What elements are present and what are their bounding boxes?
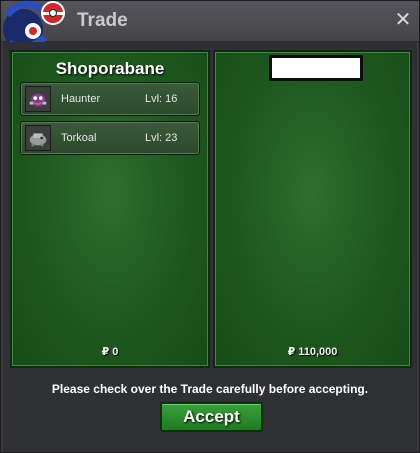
currency-icon: ₽ bbox=[287, 346, 296, 358]
money-amount: 0 bbox=[112, 346, 119, 358]
currency-icon: ₽ bbox=[101, 346, 110, 358]
haunter-icon bbox=[25, 86, 51, 112]
their-offer-panel: ₽110,000 bbox=[213, 50, 412, 368]
pokemon-name: Torkoal bbox=[61, 132, 97, 144]
pokemon-name: Haunter bbox=[61, 93, 101, 105]
window-title: Trade bbox=[77, 10, 128, 31]
torkoal-icon bbox=[25, 125, 51, 151]
offered-pokemon-item[interactable]: Haunter Lvl: 16 bbox=[20, 82, 200, 116]
money-amount: 110,000 bbox=[298, 346, 338, 358]
title-bar[interactable]: Trade ✕ bbox=[1, 0, 419, 51]
close-button[interactable]: ✕ bbox=[393, 10, 413, 30]
accept-button[interactable]: Accept bbox=[160, 402, 263, 432]
trade-notice: Please check over the Trade carefully be… bbox=[51, 382, 369, 396]
trade-body: Shoporabane Haunter Lvl: 16 Torkoal Lvl:… bbox=[3, 42, 417, 452]
offered-pokemon-item[interactable]: Torkoal Lvl: 23 bbox=[20, 121, 200, 155]
their-player-name-box bbox=[269, 55, 363, 81]
pokemon-level: Lvl: 16 bbox=[145, 93, 178, 105]
my-offer-panel: Shoporabane Haunter Lvl: 16 Torkoal Lvl:… bbox=[10, 50, 210, 368]
pokemon-level: Lvl: 23 bbox=[145, 132, 178, 144]
my-money-offer: ₽0 bbox=[12, 345, 208, 358]
my-player-name: Shoporabane bbox=[55, 59, 165, 78]
trade-window: Trade ✕ Shoporabane Haunter Lvl: 16 Tork… bbox=[0, 0, 420, 453]
their-money-offer: ₽110,000 bbox=[215, 345, 410, 358]
